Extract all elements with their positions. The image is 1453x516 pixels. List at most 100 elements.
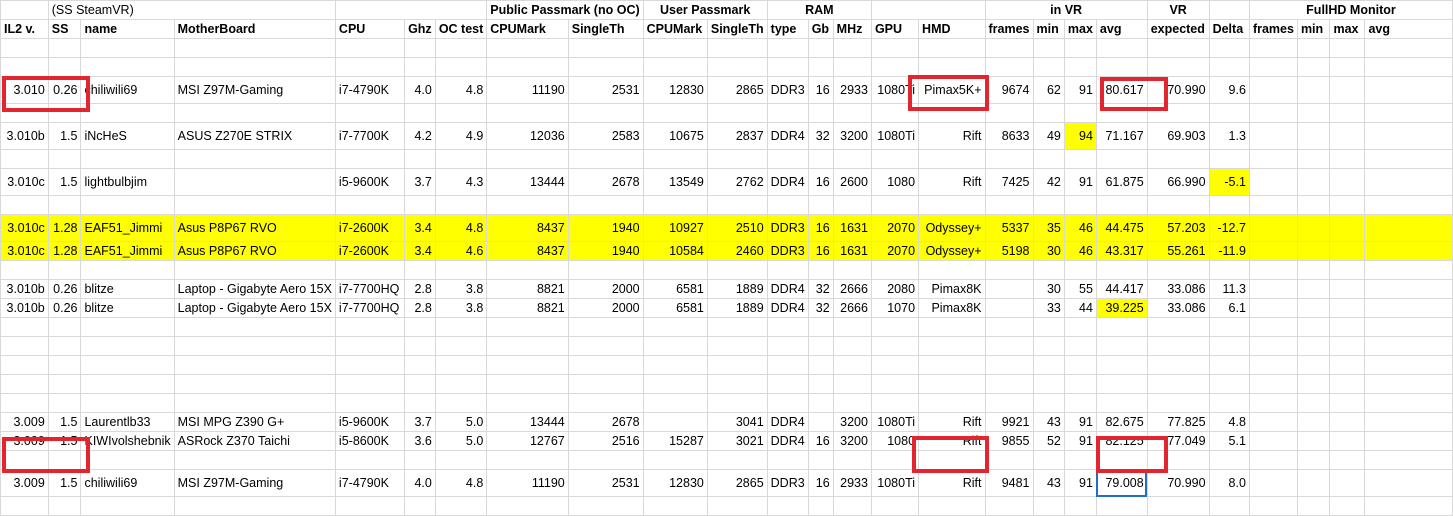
cell[interactable]	[984, 496, 1034, 516]
table-cell[interactable]: 4.3	[434, 168, 488, 196]
table-cell[interactable]: 3.010b	[0, 298, 49, 318]
cell[interactable]	[1032, 496, 1065, 516]
cell[interactable]	[334, 496, 406, 516]
table-cell[interactable]: 2531	[567, 469, 644, 497]
table-cell[interactable]: 2666	[832, 279, 872, 299]
table-cell[interactable]: 5198	[984, 241, 1034, 261]
vr-header[interactable]: VR	[1146, 0, 1210, 20]
table-cell[interactable]: 1080Ti	[870, 76, 920, 104]
table-cell[interactable]	[1364, 214, 1453, 242]
table-cell[interactable]: 1080Ti	[870, 122, 920, 150]
cell[interactable]	[807, 260, 834, 280]
cell[interactable]	[173, 195, 336, 215]
cell[interactable]	[870, 0, 986, 20]
table-cell[interactable]: 6581	[642, 298, 708, 318]
table-cell[interactable]: i7-4790K	[334, 469, 406, 497]
cell[interactable]	[1146, 496, 1210, 516]
cell[interactable]	[80, 195, 175, 215]
table-cell[interactable]: 2678	[567, 412, 644, 432]
table-cell[interactable]: 2070	[870, 214, 920, 242]
table-cell[interactable]: 33.086	[1146, 298, 1210, 318]
cell[interactable]	[434, 496, 488, 516]
table-cell[interactable]: 55	[1063, 279, 1097, 299]
cell[interactable]	[766, 336, 809, 356]
cell[interactable]	[486, 38, 569, 58]
table-cell[interactable]: i7-4790K	[334, 76, 406, 104]
table-cell[interactable]: Odyssey+	[918, 214, 986, 242]
table-cell[interactable]: MSI Z97M-Gaming	[173, 76, 336, 104]
table-cell[interactable]	[984, 279, 1034, 299]
table-cell[interactable]: ASUS Z270E STRIX	[173, 122, 336, 150]
cell[interactable]	[1364, 496, 1453, 516]
cell[interactable]	[0, 317, 49, 337]
table-cell[interactable]	[1329, 412, 1366, 432]
cell[interactable]	[80, 355, 175, 375]
table-cell[interactable]: 33	[1032, 298, 1065, 318]
cell[interactable]	[1208, 393, 1250, 413]
user-passmark-header[interactable]: User Passmark	[642, 0, 768, 20]
cell[interactable]	[706, 260, 768, 280]
table-cell[interactable]: 10584	[642, 241, 708, 261]
cell[interactable]	[1364, 38, 1453, 58]
table-cell[interactable]: 16	[807, 76, 834, 104]
cell[interactable]	[1329, 103, 1366, 123]
cell[interactable]	[80, 103, 175, 123]
cell[interactable]	[1095, 393, 1148, 413]
cell[interactable]	[1208, 496, 1250, 516]
cell[interactable]	[870, 496, 920, 516]
table-cell[interactable]: 3.8	[434, 298, 488, 318]
cell[interactable]	[706, 317, 768, 337]
cell[interactable]	[1364, 393, 1453, 413]
table-cell[interactable]: 6581	[642, 279, 708, 299]
table-cell[interactable]: 4.8	[434, 469, 488, 497]
table-cell[interactable]	[1364, 241, 1453, 261]
table-cell[interactable]: 39.225	[1095, 298, 1148, 318]
cell[interactable]	[1364, 260, 1453, 280]
table-cell[interactable]: 2531	[567, 76, 644, 104]
table-cell[interactable]: 4.6	[434, 241, 488, 261]
cell[interactable]	[334, 450, 406, 470]
cell[interactable]	[80, 336, 175, 356]
cell[interactable]	[486, 260, 569, 280]
cell[interactable]	[1146, 38, 1210, 58]
table-cell[interactable]	[1364, 279, 1453, 299]
table-cell[interactable]	[1248, 214, 1298, 242]
cell[interactable]	[832, 374, 872, 394]
table-cell[interactable]: 4.9	[434, 122, 488, 150]
table-cell[interactable]: 1.5	[47, 431, 82, 451]
cell[interactable]	[334, 355, 406, 375]
cell[interactable]	[1248, 317, 1298, 337]
cell[interactable]	[870, 393, 920, 413]
table-cell[interactable]: 0.26	[47, 76, 82, 104]
table-cell[interactable]: lightbulbjim	[80, 168, 175, 196]
table-cell[interactable]	[1296, 241, 1331, 261]
table-cell[interactable]	[173, 168, 336, 196]
cell[interactable]	[1329, 496, 1366, 516]
cell[interactable]	[1364, 336, 1453, 356]
cell[interactable]	[0, 355, 49, 375]
table-cell[interactable]: 91	[1063, 469, 1097, 497]
cell[interactable]	[832, 336, 872, 356]
cell[interactable]	[1063, 450, 1097, 470]
table-cell[interactable]: 1.3	[1208, 122, 1250, 150]
cell[interactable]	[832, 393, 872, 413]
table-cell[interactable]	[1248, 431, 1298, 451]
cell[interactable]	[918, 355, 986, 375]
cell[interactable]	[870, 260, 920, 280]
cell[interactable]	[434, 355, 488, 375]
table-cell[interactable]	[1329, 431, 1366, 451]
cell[interactable]	[918, 450, 986, 470]
cell[interactable]	[807, 103, 834, 123]
cell[interactable]	[567, 38, 644, 58]
table-cell[interactable]: 61.875	[1095, 168, 1148, 196]
table-cell[interactable]: 4.0	[404, 469, 436, 497]
table-cell[interactable]	[1296, 214, 1331, 242]
cell[interactable]	[1208, 450, 1250, 470]
cell[interactable]	[918, 57, 986, 77]
table-cell[interactable]: 11190	[486, 76, 569, 104]
cell[interactable]	[1329, 374, 1366, 394]
cell[interactable]	[1296, 38, 1331, 58]
column-header[interactable]: min	[1296, 19, 1331, 39]
table-cell[interactable]: 8437	[486, 214, 569, 242]
table-cell[interactable]: 16	[807, 431, 834, 451]
